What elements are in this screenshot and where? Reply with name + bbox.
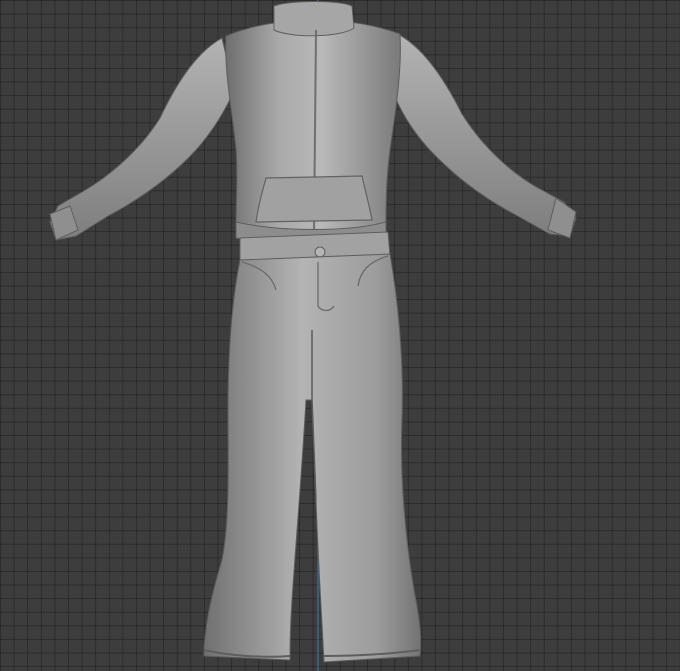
jacket-right-sleeve <box>391 33 577 237</box>
pants-button <box>314 246 326 258</box>
jacket-collar <box>273 1 355 37</box>
jacket-pocket <box>255 175 373 223</box>
jacket-left-sleeve <box>49 37 235 241</box>
3d-viewport[interactable] <box>0 0 680 671</box>
outfit-model[interactable] <box>49 1 577 663</box>
pants-body <box>203 253 422 663</box>
viewport-canvas <box>49 0 577 671</box>
